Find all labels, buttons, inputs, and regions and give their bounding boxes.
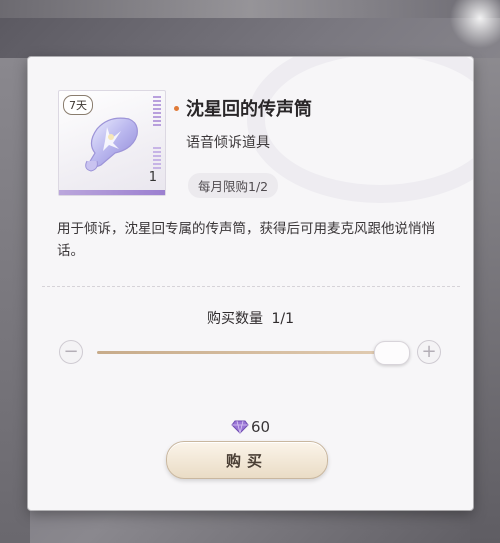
item-card[interactable]: 7天 1 (58, 90, 166, 196)
item-type: 语音倾诉道具 (186, 135, 270, 151)
background-frame-left (0, 58, 30, 543)
card-deco-stripes (153, 96, 161, 126)
buy-button[interactable]: 购买 (166, 441, 328, 479)
background-banner (0, 0, 500, 18)
quantity-label: 购买数量 1/1 (28, 308, 473, 328)
background-frame-right (470, 58, 500, 543)
quantity-label-text: 购买数量 (207, 311, 263, 327)
item-description: 用于倾诉，沈星回专属的传声筒，获得后可用麦克风跟他说悄悄话。 (57, 221, 435, 259)
title-row: 沈星回的传声筒 (174, 95, 312, 121)
price: 60 (28, 418, 473, 436)
item-name: 沈星回的传声筒 (186, 99, 312, 120)
decorative-ring (247, 57, 473, 203)
quantity-value: 1/1 (271, 311, 294, 327)
quantity-slider-track[interactable] (97, 351, 402, 354)
card-deco-stripes-small (153, 147, 161, 169)
background-glow (440, 0, 500, 60)
rarity-bar (59, 190, 165, 195)
purchase-limit-badge: 每月限购1/2 (188, 173, 279, 198)
diamond-icon (231, 420, 249, 434)
rarity-dot (174, 105, 179, 111)
megaphone-icon (85, 117, 138, 172)
increase-quantity-button[interactable]: + (417, 340, 441, 364)
divider (42, 286, 460, 287)
purchase-dialog: 7天 1 沈星回的传声筒 语音倾诉道具 每月限购1/2 用于倾诉，沈星回专属的传… (28, 57, 473, 510)
quantity-slider-handle[interactable] (374, 341, 410, 365)
item-count: 1 (148, 170, 157, 185)
price-amount: 60 (250, 418, 271, 436)
decrease-quantity-button[interactable]: − (59, 340, 83, 364)
